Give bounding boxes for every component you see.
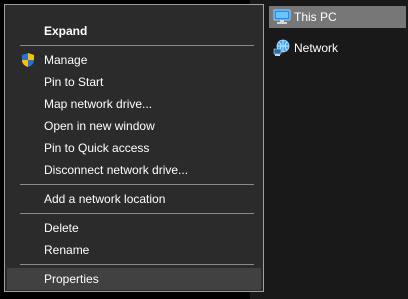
menu-item-label: Open in new window <box>44 119 155 133</box>
nav-item-label: Network <box>294 41 339 55</box>
menu-separator <box>20 213 254 214</box>
menu-item-label: Pin to Quick access <box>44 141 150 155</box>
menu-item-disconnect-network-drive[interactable]: Disconnect network drive... <box>7 159 261 181</box>
menu-separator <box>20 45 254 46</box>
computer-icon <box>273 8 291 26</box>
menu-item-pin-to-quick-access[interactable]: Pin to Quick access <box>7 137 261 159</box>
menu-separator <box>20 184 254 185</box>
menu-separator <box>20 264 254 265</box>
nav-item-network[interactable]: Network <box>269 37 406 59</box>
uac-shield-icon <box>20 52 36 68</box>
nav-item-label: This PC <box>294 10 337 24</box>
menu-item-open-in-new-window[interactable]: Open in new window <box>7 115 261 137</box>
menu-item-pin-to-start[interactable]: Pin to Start <box>7 71 261 93</box>
context-menu: Expand Manage Pin to Start Map network d… <box>4 4 264 292</box>
menu-item-label: Rename <box>44 243 90 257</box>
menu-item-delete[interactable]: Delete <box>7 217 261 239</box>
menu-item-label: Map network drive... <box>44 97 153 111</box>
menu-item-label: Add a network location <box>44 192 166 206</box>
menu-item-label: Properties <box>44 272 99 286</box>
menu-item-map-network-drive[interactable]: Map network drive... <box>7 93 261 115</box>
menu-item-expand[interactable]: Expand <box>7 20 261 42</box>
nav-item-this-pc[interactable]: This PC <box>269 6 406 28</box>
menu-item-label: Disconnect network drive... <box>44 163 189 177</box>
explorer-window: This PC Network Expand Manage Pin to Sta… <box>0 0 408 299</box>
menu-item-rename[interactable]: Rename <box>7 239 261 261</box>
menu-item-label: Manage <box>44 53 88 67</box>
network-icon <box>273 39 291 57</box>
menu-item-label: Delete <box>44 221 79 235</box>
menu-item-manage[interactable]: Manage <box>7 49 261 71</box>
navigation-pane: This PC Network <box>250 0 408 299</box>
menu-item-label: Pin to Start <box>44 75 104 89</box>
menu-item-properties[interactable]: Properties <box>7 268 261 290</box>
menu-item-label: Expand <box>44 24 88 38</box>
menu-item-add-network-location[interactable]: Add a network location <box>7 188 261 210</box>
